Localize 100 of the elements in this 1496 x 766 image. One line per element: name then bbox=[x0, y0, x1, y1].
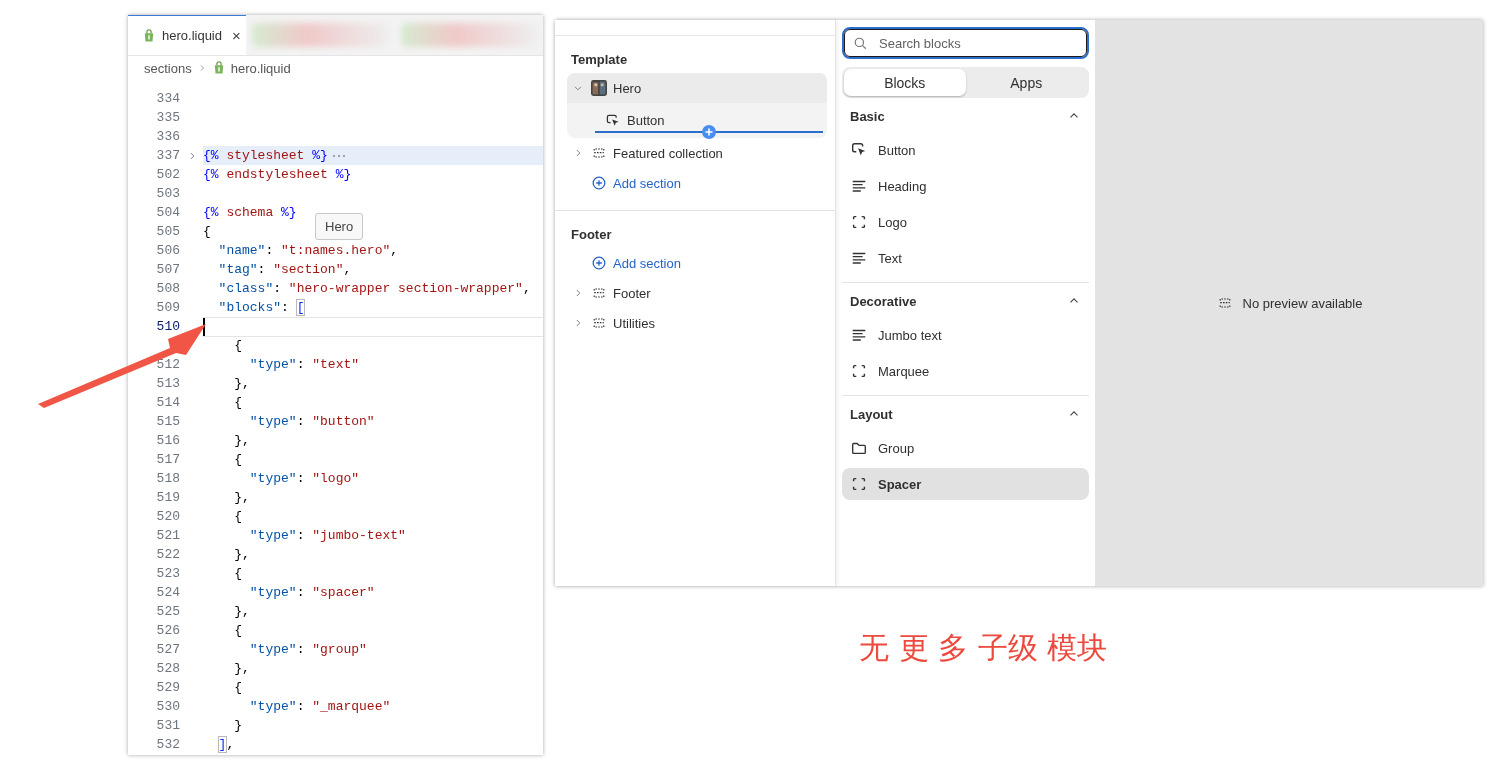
tooltip: Hero bbox=[315, 213, 364, 240]
line-number: 522 bbox=[156, 547, 180, 562]
block-item[interactable]: Spacer bbox=[842, 468, 1089, 500]
dashed-frame-icon bbox=[850, 213, 868, 231]
close-icon[interactable]: × bbox=[232, 27, 241, 44]
code-line: ], bbox=[217, 736, 235, 754]
line-number: 524 bbox=[156, 585, 180, 600]
group-title: Template bbox=[570, 51, 629, 69]
code-line: "type": "logo" bbox=[248, 470, 360, 488]
search-field[interactable]: Search blocks bbox=[842, 27, 1089, 59]
block-item[interactable]: Logo bbox=[842, 206, 1089, 238]
group-title: Footer bbox=[570, 226, 613, 244]
block-item[interactable]: Jumbo text bbox=[842, 319, 1089, 351]
breadcrumb-item[interactable]: sections bbox=[144, 60, 192, 76]
block-item[interactable]: Group bbox=[842, 432, 1089, 464]
add-section-link[interactable]: Add section bbox=[613, 255, 681, 271]
block-item[interactable]: Heading bbox=[842, 170, 1089, 202]
add-circle-icon bbox=[591, 255, 607, 271]
section-icon bbox=[591, 315, 607, 331]
code-line: { bbox=[233, 508, 242, 526]
category-title: Layout bbox=[850, 406, 893, 422]
code-line: "type": "group" bbox=[248, 641, 367, 659]
file-tab[interactable]: hero.liquid × bbox=[128, 15, 246, 55]
dashed-frame-icon bbox=[850, 475, 868, 493]
line-number: 507 bbox=[156, 262, 180, 277]
code-line: }, bbox=[233, 546, 250, 564]
code-line: "class": "hero-wrapper section-wrapper", bbox=[217, 280, 531, 298]
tree-item-highlight[interactable]: Hero bbox=[567, 73, 827, 103]
line-number: 518 bbox=[156, 471, 180, 486]
line-number: 521 bbox=[156, 528, 180, 543]
shopify-bag-icon bbox=[142, 27, 156, 44]
tree-item-label[interactable]: Featured collection bbox=[613, 145, 723, 161]
breadcrumb-item[interactable]: hero.liquid bbox=[230, 60, 291, 76]
line-number: 528 bbox=[156, 661, 180, 676]
code-line: "type": "button" bbox=[248, 413, 375, 431]
code-line: "blocks": [ bbox=[217, 299, 305, 317]
code-line: "type": "jumbo-text" bbox=[248, 527, 406, 545]
line-number: 509 bbox=[156, 300, 180, 315]
line-number: 532 bbox=[156, 737, 180, 752]
preview-message: No preview available bbox=[1242, 295, 1363, 311]
line-number: 516 bbox=[156, 433, 180, 448]
line-number: 506 bbox=[156, 243, 180, 258]
line-number: 337 bbox=[156, 148, 180, 163]
line-number: 531 bbox=[156, 718, 180, 733]
cursor-box-icon bbox=[605, 112, 621, 129]
tree-item-label[interactable]: Footer bbox=[613, 285, 651, 301]
tree-item-label[interactable]: Hero bbox=[613, 80, 642, 96]
code-line: { bbox=[233, 451, 242, 469]
line-number: 510 bbox=[156, 319, 180, 334]
code-line: "tag": "section", bbox=[217, 261, 352, 279]
code-line: {% schema %} bbox=[203, 204, 297, 222]
code-line: { bbox=[233, 394, 242, 412]
line-number: 505 bbox=[156, 224, 180, 239]
line-number: 515 bbox=[156, 414, 180, 429]
category-title: Basic bbox=[850, 108, 885, 124]
line-number: 520 bbox=[156, 509, 180, 524]
tree-item-label[interactable]: Button bbox=[627, 113, 665, 128]
line-number: 335 bbox=[156, 110, 180, 125]
block-item[interactable]: Text bbox=[842, 242, 1089, 274]
line-number: 525 bbox=[156, 604, 180, 619]
category-title: Decorative bbox=[850, 293, 917, 309]
line-number: 526 bbox=[156, 623, 180, 638]
line-number: 523 bbox=[156, 566, 180, 581]
line-number: 529 bbox=[156, 680, 180, 695]
tab[interactable]: Apps bbox=[965, 69, 1087, 96]
tree-item-label[interactable]: Utilities bbox=[613, 315, 655, 331]
annotation-text: 无 更 多 子级 模块 bbox=[859, 630, 1108, 665]
line-number: 504 bbox=[156, 205, 180, 220]
line-number: 514 bbox=[156, 395, 180, 410]
tab[interactable]: Blocks bbox=[844, 69, 966, 96]
code-line: "name": "t:names.hero", bbox=[217, 242, 399, 260]
code-line: }, bbox=[233, 432, 250, 450]
dashed-frame-icon bbox=[850, 362, 868, 380]
code-line: { bbox=[233, 565, 242, 583]
line-number: 530 bbox=[156, 699, 180, 714]
line-number: 519 bbox=[156, 490, 180, 505]
block-item[interactable]: Button bbox=[842, 134, 1089, 166]
line-number: 517 bbox=[156, 452, 180, 467]
code-line: }, bbox=[233, 489, 250, 507]
code-line: { bbox=[203, 223, 211, 241]
block-item[interactable]: Marquee bbox=[842, 355, 1089, 387]
search-icon bbox=[853, 36, 868, 51]
line-number: 527 bbox=[156, 642, 180, 657]
line-number: 334 bbox=[156, 91, 180, 106]
code-line: }, bbox=[233, 603, 250, 621]
code-line: "type": "spacer" bbox=[248, 584, 375, 602]
code-line: "type": "text" bbox=[248, 356, 360, 374]
line-number: 502 bbox=[156, 167, 180, 182]
code-line: "type": "_marquee" bbox=[248, 698, 391, 716]
section-icon bbox=[591, 145, 607, 161]
add-circle-icon bbox=[591, 175, 607, 191]
code-line: } bbox=[233, 717, 242, 735]
line-number: 336 bbox=[156, 129, 180, 144]
section-icon bbox=[591, 285, 607, 301]
code-line: }, bbox=[233, 375, 250, 393]
code-line: }, bbox=[233, 660, 250, 678]
line-number: 513 bbox=[156, 376, 180, 391]
add-section-link[interactable]: Add section bbox=[613, 175, 681, 191]
line-number: 503 bbox=[156, 186, 180, 201]
code-line: {% stylesheet %} bbox=[203, 147, 328, 165]
